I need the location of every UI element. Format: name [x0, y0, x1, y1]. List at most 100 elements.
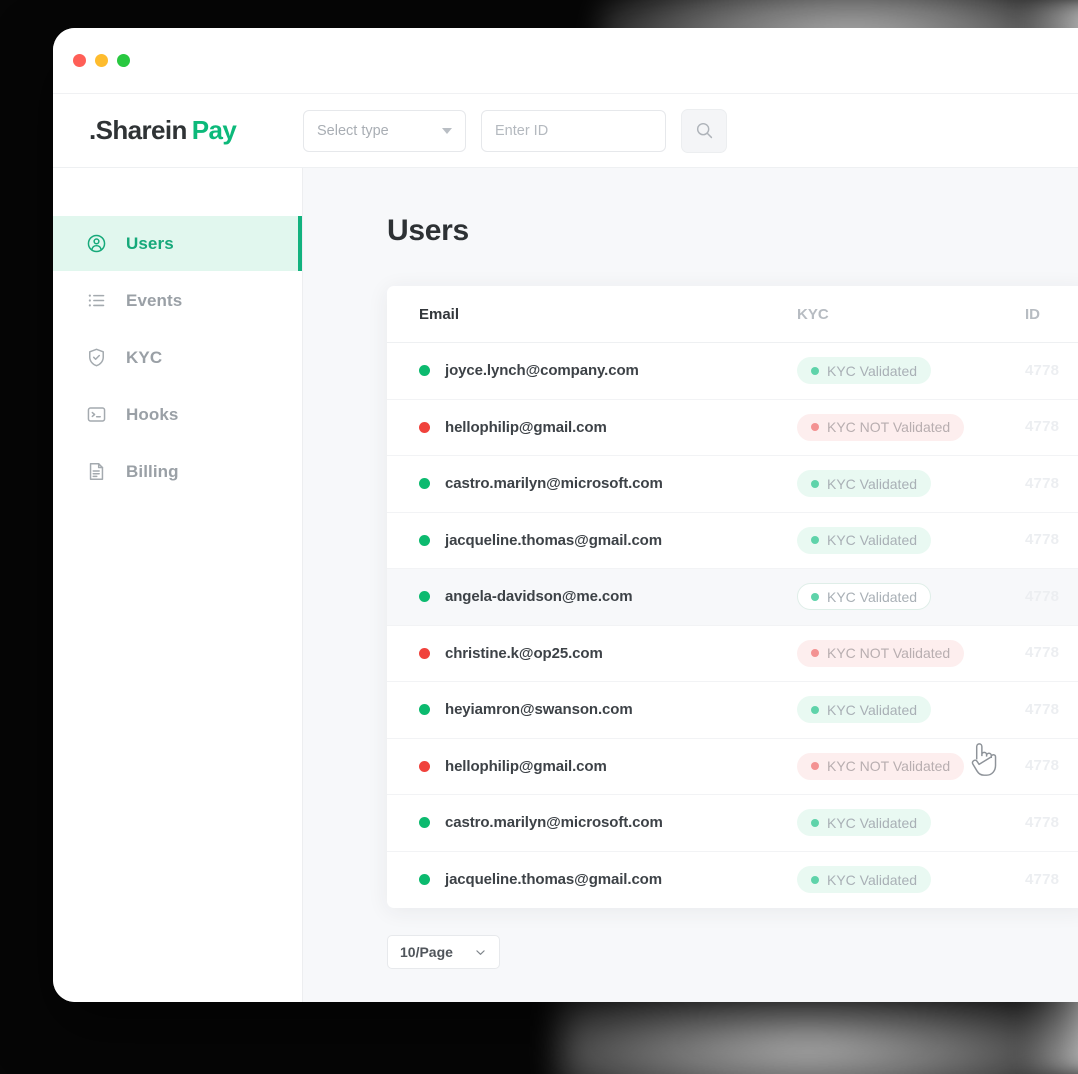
cell-id: 4778	[1025, 588, 1078, 606]
table-row[interactable]: jacqueline.thomas@gmail.com KYC Validated…	[387, 852, 1078, 909]
email-text: angela-davidson@me.com	[445, 588, 633, 606]
email-text: jacqueline.thomas@gmail.com	[445, 531, 662, 549]
sidebar-item-label: Billing	[126, 461, 179, 481]
background-glare-bottom	[560, 990, 1078, 1074]
app-logo[interactable]: .Sharein Pay	[53, 115, 303, 146]
user-id-text: 4778	[1025, 587, 1060, 605]
status-dot-inactive-icon	[419, 760, 430, 772]
app-window: .Sharein Pay Select type Enter ID Users …	[53, 28, 1078, 1002]
kyc-status-badge: KYC Validated	[797, 809, 932, 837]
kyc-status-badge: KYC Validated	[797, 526, 932, 554]
main-content: Users Email KYC ID joyce.lynch@company.c…	[303, 168, 1078, 1002]
kyc-status-badge: KYC Validated	[797, 866, 932, 894]
kyc-status-badge: KYC Validated	[797, 357, 932, 385]
badge-dot-icon	[811, 705, 819, 714]
page-size-label: 10/Page	[400, 944, 453, 960]
badge-dot-icon	[811, 366, 819, 375]
page-title: Users	[387, 214, 469, 247]
cell-kyc: KYC NOT Validated	[797, 413, 1025, 441]
kyc-status-label: KYC NOT Validated	[827, 419, 951, 436]
terminal-icon	[85, 404, 107, 426]
kyc-status-label: KYC Validated	[827, 475, 918, 492]
kyc-status-badge: KYC NOT Validated	[797, 639, 965, 667]
app-body: Users Events KYC Hooks Billing Users Ema…	[53, 168, 1078, 1002]
user-id-text: 4778	[1025, 813, 1060, 831]
status-dot-active-icon	[419, 478, 430, 490]
user-id-text: 4778	[1025, 757, 1060, 775]
sidebar-item-hooks[interactable]: Hooks	[53, 387, 302, 442]
search-button[interactable]	[681, 108, 727, 153]
cell-email: hellophilip@gmail.com	[419, 419, 797, 436]
page-size-dropdown[interactable]: 10/Page	[387, 935, 500, 969]
cell-id: 4778	[1025, 531, 1078, 549]
table-row[interactable]: jacqueline.thomas@gmail.com KYC Validated…	[387, 513, 1078, 569]
column-header-kyc: KYC	[797, 305, 829, 323]
table-row[interactable]: angela-davidson@me.com KYC Validated 4778	[387, 569, 1078, 626]
badge-dot-icon	[811, 649, 819, 658]
maximize-window-button[interactable]	[117, 54, 130, 67]
table-row[interactable]: castro.marilyn@microsoft.com KYC Validate…	[387, 456, 1078, 513]
table-row[interactable]: castro.marilyn@microsoft.com KYC Validate…	[387, 795, 1078, 852]
badge-dot-icon	[811, 875, 819, 884]
document-icon	[85, 461, 107, 483]
user-id-text: 4778	[1025, 361, 1060, 379]
enter-id-input[interactable]	[481, 109, 666, 152]
kyc-status-label: KYC Validated	[827, 532, 918, 549]
status-dot-active-icon	[419, 365, 430, 377]
cell-kyc: KYC Validated	[797, 583, 1025, 611]
kyc-status-label: KYC Validated	[827, 814, 918, 831]
user-id-text: 4778	[1025, 418, 1060, 436]
app-topbar: .Sharein Pay Select type	[53, 94, 1078, 168]
close-window-button[interactable]	[73, 54, 86, 67]
cell-id: 4778	[1025, 871, 1078, 889]
sidebar-item-events[interactable]: Events	[53, 273, 302, 328]
table-row[interactable]: heyiamron@swanson.com KYC Validated 4778	[387, 682, 1078, 739]
email-text: hellophilip@gmail.com	[445, 757, 607, 775]
cell-email: jacqueline.thomas@gmail.com	[419, 871, 797, 888]
sidebar-item-label: KYC	[126, 347, 163, 367]
select-type-dropdown[interactable]: Select type	[303, 109, 466, 152]
window-titlebar	[53, 28, 1078, 94]
cell-email: christine.k@op25.com	[419, 645, 797, 662]
sidebar-navigation: Users Events KYC Hooks Billing	[53, 168, 303, 1002]
cell-kyc: KYC Validated	[797, 696, 1025, 724]
kyc-status-label: KYC Validated	[827, 871, 918, 888]
badge-dot-icon	[811, 479, 819, 488]
cell-email: castro.marilyn@microsoft.com	[419, 475, 797, 492]
cell-email: hellophilip@gmail.com	[419, 758, 797, 775]
cell-kyc: KYC NOT Validated	[797, 752, 1025, 780]
kyc-status-badge: KYC Validated	[797, 470, 932, 498]
status-dot-active-icon	[419, 817, 430, 829]
kyc-status-label: KYC NOT Validated	[827, 758, 951, 775]
table-row[interactable]: hellophilip@gmail.com KYC NOT Validated 47…	[387, 400, 1078, 456]
table-row[interactable]: hellophilip@gmail.com KYC NOT Validated 47…	[387, 739, 1078, 795]
cell-email: angela-davidson@me.com	[419, 588, 797, 605]
cell-email: joyce.lynch@company.com	[419, 362, 797, 379]
sidebar-item-label: Hooks	[126, 404, 179, 424]
email-text: castro.marilyn@microsoft.com	[445, 475, 663, 493]
table-body: joyce.lynch@company.com KYC Validated 4778…	[387, 343, 1078, 908]
kyc-status-label: KYC Validated	[827, 588, 918, 605]
cell-kyc: KYC Validated	[797, 526, 1025, 554]
minimize-window-button[interactable]	[95, 54, 108, 67]
sidebar-item-billing[interactable]: Billing	[53, 444, 302, 499]
cell-email: heyiamron@swanson.com	[419, 701, 797, 718]
column-header-email: Email	[419, 305, 460, 323]
screenshot-stage: .Sharein Pay Select type Enter ID Users …	[0, 0, 1078, 1074]
user-id-text: 4778	[1025, 531, 1060, 549]
badge-dot-icon	[811, 536, 819, 545]
status-dot-active-icon	[419, 534, 430, 546]
sidebar-item-kyc[interactable]: KYC	[53, 330, 302, 385]
table-row[interactable]: joyce.lynch@company.com KYC Validated 4778	[387, 343, 1078, 400]
kyc-status-label: KYC NOT Validated	[827, 645, 951, 662]
cell-email: jacqueline.thomas@gmail.com	[419, 532, 797, 549]
badge-dot-icon	[811, 762, 819, 771]
logo-text-accent: Pay	[191, 115, 237, 145]
topbar-controls: Select type	[303, 108, 727, 153]
table-row[interactable]: christine.k@op25.com KYC NOT Validated 477…	[387, 626, 1078, 682]
status-dot-inactive-icon	[419, 421, 430, 433]
select-type-label: Select type	[317, 122, 389, 139]
sidebar-item-users[interactable]: Users	[53, 216, 302, 271]
cell-id: 4778	[1025, 701, 1078, 719]
user-id-text: 4778	[1025, 700, 1060, 718]
